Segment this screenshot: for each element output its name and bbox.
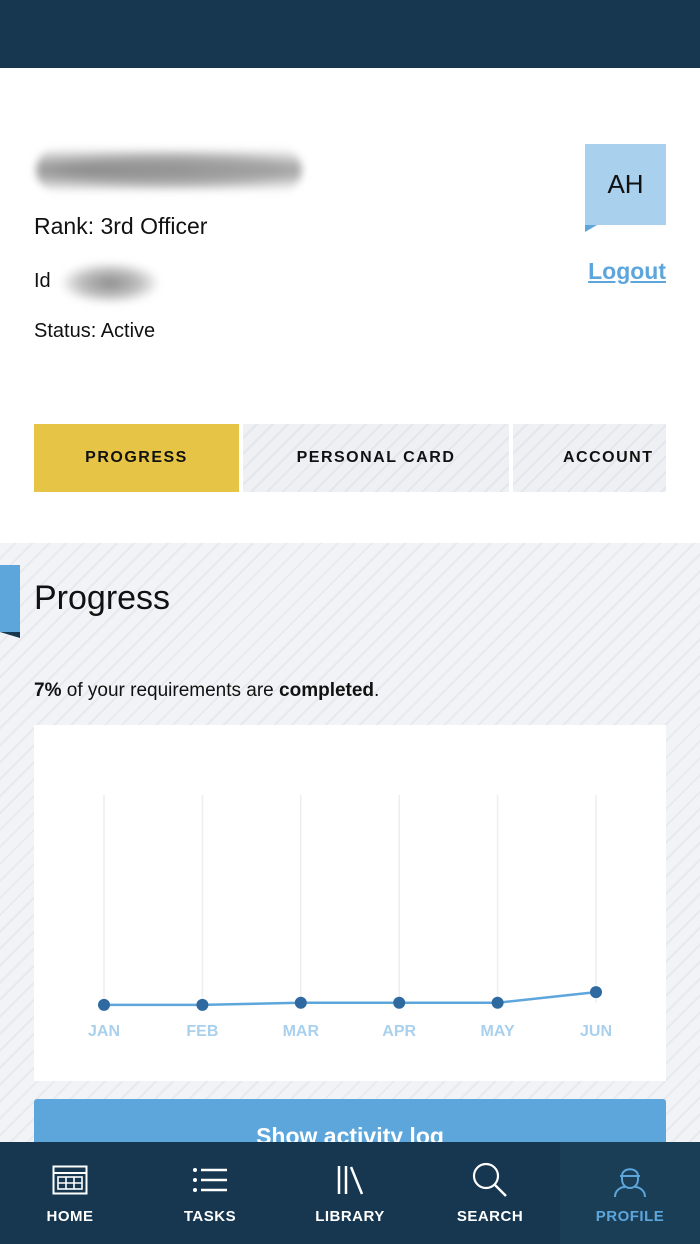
chart-data-point xyxy=(590,986,602,999)
nav-home-label: HOME xyxy=(46,1208,94,1225)
tab-personal-card[interactable]: PERSONAL CARD xyxy=(243,424,509,492)
chart-svg: JAN FEB MAR APR MAY JUN xyxy=(88,795,612,1040)
nav-profile-label: PROFILE xyxy=(595,1208,665,1225)
tab-account[interactable]: ACCOUNT xyxy=(513,424,666,492)
chart-data-point xyxy=(98,998,110,1011)
progress-text-end: . xyxy=(374,680,380,701)
rank-text: Rank: 3rd Officer xyxy=(34,213,208,239)
nav-search-label: SEARCH xyxy=(456,1208,524,1225)
chart-x-tick-label: APR xyxy=(382,1023,416,1040)
chart-series-line xyxy=(104,990,597,1007)
id-text: Id xyxy=(34,270,51,293)
bottom-navigation: HOME TASKS LIBRARY SEARCH PROFILE xyxy=(0,1142,700,1244)
section-title: Progress xyxy=(34,579,171,617)
chart-data-point xyxy=(491,996,504,1009)
progress-percent: 7% xyxy=(34,680,62,701)
avatar-tail-decoration xyxy=(585,225,597,232)
search-icon xyxy=(471,1162,509,1198)
progress-section: Progress 7% of your requirements are com… xyxy=(0,543,700,1159)
profile-icon xyxy=(612,1162,648,1198)
chart-x-tick-label: MAR xyxy=(283,1023,320,1040)
nav-library-label: LIBRARY xyxy=(315,1208,385,1225)
progress-text-middle: of your requirements are xyxy=(61,680,280,701)
redacted-name xyxy=(36,148,302,192)
chart-x-tick-label: MAY xyxy=(481,1023,515,1040)
nav-tasks-label: TASKS xyxy=(183,1208,237,1225)
id-label: Id xyxy=(34,270,51,292)
nav-tasks[interactable]: TASKS xyxy=(140,1142,280,1244)
nav-search[interactable]: SEARCH xyxy=(420,1142,560,1244)
chart-data-point xyxy=(294,996,307,1009)
progress-chart: JAN FEB MAR APR MAY JUN xyxy=(34,725,666,1081)
chart-data-point xyxy=(196,998,209,1011)
top-app-bar xyxy=(0,0,700,68)
profile-header: Rank: 3rd Officer Id Status: Active AH L… xyxy=(0,68,700,543)
section-marker xyxy=(0,565,20,632)
tab-progress[interactable]: PROGRESS xyxy=(34,424,239,492)
avatar[interactable]: AH xyxy=(585,144,666,225)
library-icon xyxy=(335,1162,365,1198)
section-marker-tail xyxy=(0,632,20,638)
redacted-id xyxy=(62,263,158,303)
progress-text-bold: completed xyxy=(279,680,375,701)
chart-x-tick-label: FEB xyxy=(186,1023,218,1040)
status-text: Status: Active xyxy=(34,320,156,342)
nav-home[interactable]: HOME xyxy=(0,1142,140,1244)
nav-profile[interactable]: PROFILE xyxy=(560,1142,700,1244)
chart-x-tick-label: JUN xyxy=(580,1023,612,1040)
tasks-icon xyxy=(192,1162,228,1198)
logout-link[interactable]: Logout xyxy=(588,258,666,285)
home-icon xyxy=(52,1162,88,1198)
chart-data-point xyxy=(393,996,406,1009)
chart-x-tick-label: JAN xyxy=(88,1023,120,1040)
nav-library[interactable]: LIBRARY xyxy=(280,1142,420,1244)
progress-summary: 7% of your requirements are completed. xyxy=(34,680,379,702)
